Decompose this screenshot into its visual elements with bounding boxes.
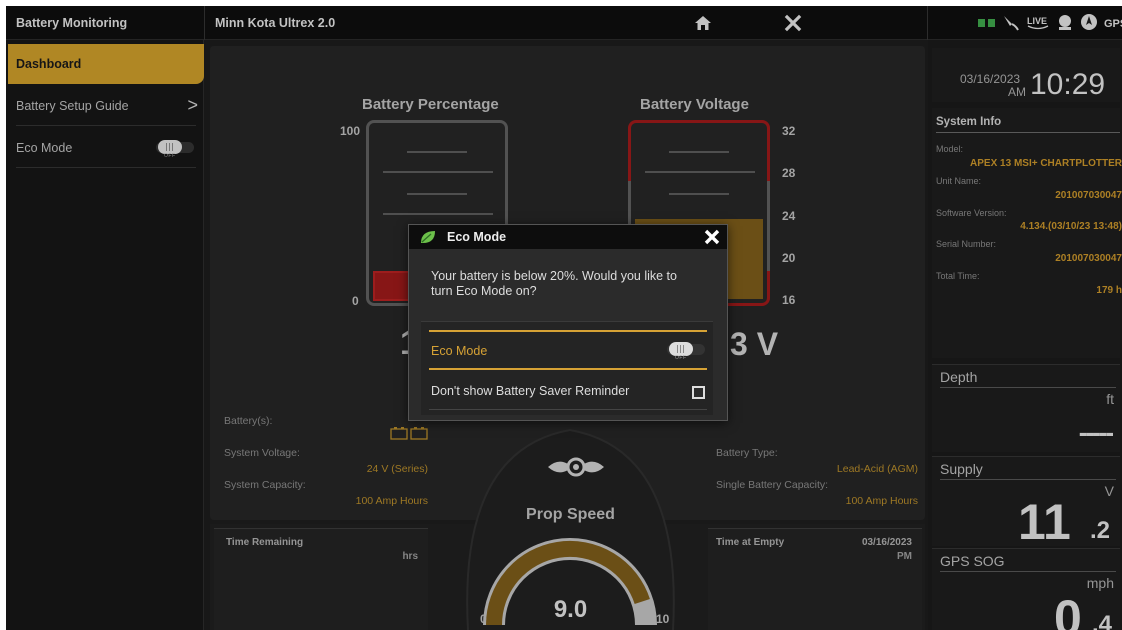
eco-mode-option-label: Eco Mode <box>431 344 488 358</box>
battery-reminder-checkbox[interactable] <box>692 386 705 399</box>
dialog-message: Your battery is below 20%. Would you lik… <box>431 269 677 298</box>
eco-mode-option[interactable]: Eco Mode OFF <box>429 330 707 370</box>
screen: Battery Monitoring Minn Kota Ultrex 2.0 … <box>6 6 1122 630</box>
eco-mode-toggle[interactable]: OFF <box>667 342 709 361</box>
close-icon[interactable] <box>703 228 721 251</box>
dialog-title: Eco Mode <box>447 230 507 244</box>
dialog-options: Eco Mode OFF Don't show Battery Saver Re… <box>421 321 713 415</box>
toggle-state-label: OFF <box>675 355 687 361</box>
battery-reminder-label: Don't show Battery Saver Reminder <box>431 384 630 398</box>
leaf-icon <box>419 229 437 250</box>
eco-mode-dialog: Eco Mode Your battery is below 20%. Woul… <box>408 224 728 421</box>
battery-reminder-option[interactable]: Don't show Battery Saver Reminder <box>429 374 707 410</box>
dialog-header: Eco Mode <box>409 225 727 249</box>
